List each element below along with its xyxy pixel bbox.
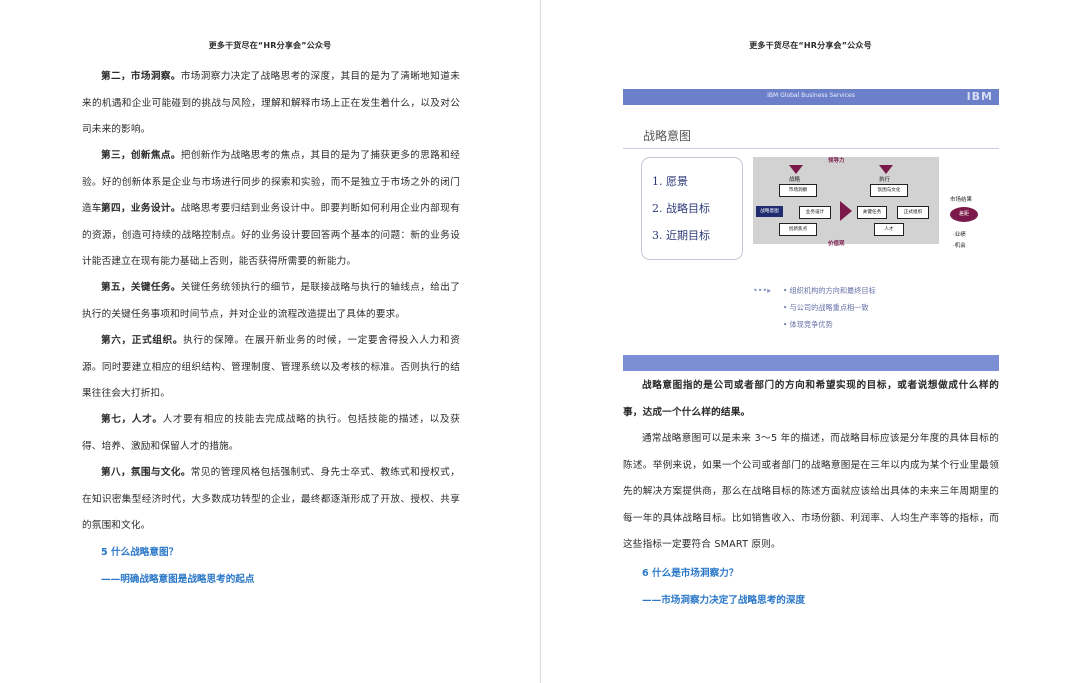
intent-list-item: 2. 战略目标 (652, 202, 710, 215)
business-design-box: 业务设计 (799, 206, 831, 219)
paragraph-formal-org: 第六，正式组织。执行的保障。在展开新业务的时候，一定要舍得投入人力和资源。同时要… (82, 328, 460, 408)
paragraph-talent: 第七，人才。人才要有相应的技能去完成战略的执行。包括技能的描述，以及获得、培养、… (82, 407, 460, 460)
execution-arrow-icon (879, 165, 893, 174)
paragraph-lead: 第四，业务设计。 (101, 203, 181, 214)
values-label: 价值观 (828, 241, 845, 247)
section-title: 6 什么是市场洞察力？ (642, 568, 739, 579)
section-subtitle: ——市场洞察力决定了战略思考的深度 (642, 595, 806, 606)
strategic-intent-explanation: 通常战略意图可以是未来 3～5 年的描述，而战略目标应该是分年度的具体目标的陈述… (623, 433, 999, 550)
intent-list-item: 1. 愿景 (652, 175, 688, 188)
paragraph-lead: 第六，正式组织。 (101, 335, 184, 346)
strategy-arrow-icon (789, 165, 803, 174)
slide-rule (623, 148, 999, 149)
intent-list-box: 1. 愿景 2. 战略目标 3. 近期目标 (641, 157, 743, 260)
side-text-performance: ·业绩 (953, 232, 966, 238)
section-title: 5 什么战略意图？ (101, 547, 179, 558)
paragraph-lead: 第三，创新焦点。 (101, 150, 181, 161)
ibm-logo: IBM (966, 90, 993, 103)
slide-bullet: • 组织机构的方向和最终目标 (783, 286, 876, 295)
slide-bullet: • 体现竞争优势 (783, 320, 833, 329)
arrow-right-icon (840, 201, 852, 221)
paragraph-lead: 第七，人才。 (101, 414, 163, 425)
paragraph-lead: 第八，氛围与文化。 (101, 467, 191, 478)
intent-list-item: 3. 近期目标 (652, 229, 710, 242)
leadership-label: 领导力 (828, 158, 845, 164)
formal-org-box: 正式组织 (897, 206, 929, 219)
culture-box: 氛围与文化 (870, 184, 908, 197)
paragraph-lead: 第五，关键任务。 (101, 282, 181, 293)
market-result-label: 市场结果 (950, 197, 973, 203)
page-header: 更多干货尽在“HR分享会”公众号 (208, 41, 332, 50)
strategy-slide-image: IBM Global Business Services IBM 战略意图 1.… (623, 89, 999, 371)
strategic-intent-definition: 战略意图指的是公司或者部门的方向和希望实现的目标，或者说想做成什么样的事，达成一… (623, 380, 999, 418)
market-insight-box: 市场洞察 (779, 184, 817, 197)
slide-banner-text: IBM Global Business Services (767, 92, 855, 99)
section-subtitle: ——明确战略意图是战略思考的起点 (101, 574, 255, 585)
slide-title: 战略意图 (643, 129, 692, 143)
execution-label: 执行 (879, 177, 891, 183)
gap-badge: 差距 (950, 207, 978, 222)
right-page: 更多干货尽在“HR分享会”公众号 IBM Global Business Ser… (541, 0, 1080, 683)
page-header: 更多干货尽在“HR分享会”公众号 (749, 41, 872, 50)
paragraph-culture: 第八，氛围与文化。常见的管理风格包括强制式、身先士卒式、教练式和授权式，在知识密… (82, 460, 460, 540)
dotted-arrow-icon: •••▸ (753, 286, 772, 295)
strategic-intent-box: 战略意图 (756, 206, 783, 217)
paragraph-lead: 第二，市场洞察。 (101, 71, 181, 82)
left-page: 更多干货尽在“HR分享会”公众号 第二，市场洞察。市场洞察力决定了战略思考的深度… (0, 0, 540, 683)
innovation-focus-box: 创新焦点 (779, 223, 817, 236)
side-text-opportunity: ·机会 (953, 243, 966, 249)
paragraph-business-design: 第四，业务设计。战略思考要归结到业务设计中。即要判断如何利用企业内部现有的资源，… (82, 196, 460, 276)
key-task-box: 关键任务 (857, 206, 887, 219)
paragraph-key-tasks: 第五，关键任务。关键任务统领执行的细节，是联接战略与执行的轴线点，给出了执行的关… (82, 275, 460, 328)
paragraph-market-insight: 第二，市场洞察。市场洞察力决定了战略思考的深度，其目的是为了清晰地知道未来的机遇… (82, 64, 460, 144)
slide-bullet: • 与公司的战略重点相一致 (783, 303, 869, 312)
slide-bottom-bar (623, 355, 999, 371)
strategy-label: 战略 (789, 177, 801, 183)
talent-box: 人才 (874, 223, 904, 236)
slide-banner: IBM Global Business Services IBM (623, 89, 999, 105)
